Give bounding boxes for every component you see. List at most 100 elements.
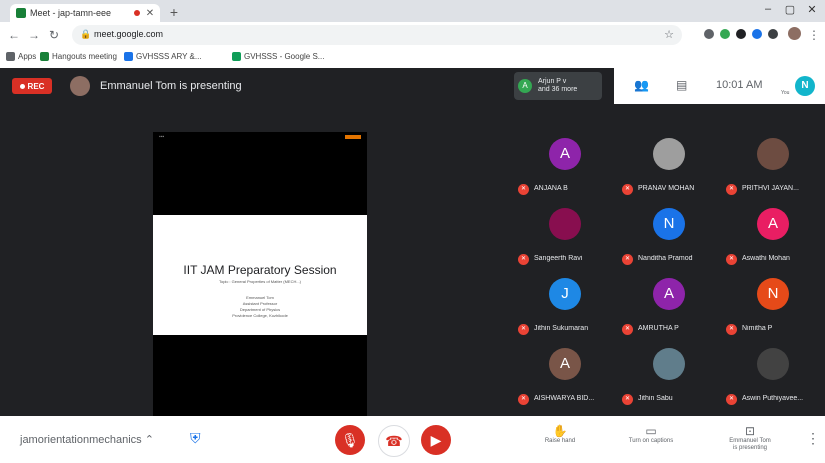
participant-tile[interactable]: ✕ Sangeerth Ravi	[514, 204, 617, 274]
participant-tile[interactable]: N ✕ Nanditha Pramod	[618, 204, 721, 274]
slide-line: Providence College, Kozhikode	[232, 313, 288, 318]
camera-off-icon: ▶	[430, 432, 442, 448]
apps-grid-icon	[6, 52, 15, 61]
participant-name: AMRUTHA P	[638, 325, 679, 332]
leave-call-button[interactable]: ☎	[378, 425, 410, 457]
hang-up-icon: ☎	[385, 433, 403, 449]
presentation-slide: IIT JAM Preparatory Session Topic : Gene…	[153, 215, 367, 335]
slide-line: Assistant Professor	[242, 301, 278, 306]
bottom-control-bar: jamorientationmechanics ⌃ ⛨ 🎙 ☎ ▶ ✋ Raise…	[0, 416, 825, 463]
browser-menu-icon[interactable]: ⋮	[806, 28, 822, 42]
raise-hand-button[interactable]: ✋ Raise hand	[530, 424, 590, 445]
clock: 10:01 AM	[716, 79, 763, 91]
profile-avatar[interactable]	[788, 27, 801, 40]
more-options-icon[interactable]: ⋮	[806, 430, 820, 447]
participant-tile[interactable]: J ✕ Jithin Sukumaran	[514, 274, 617, 344]
participant-avatar: A	[653, 278, 685, 310]
shield-icon[interactable]: ⛨	[190, 430, 201, 447]
bookmark-gvhsss-sheets[interactable]: GVHSSS - Google S...	[232, 52, 324, 61]
forward-icon[interactable]: →	[26, 28, 42, 42]
participant-avatar: A	[757, 208, 789, 240]
meeting-controls-top: 👥 ▤ 10:01 AM You N	[614, 68, 825, 104]
participant-tile[interactable]: ✕ Jithin Sabu	[618, 344, 721, 414]
participant-tile[interactable]: A ✕ AMRUTHA P	[618, 274, 721, 344]
tab-close-icon[interactable]: ✕	[144, 8, 156, 19]
bookmark-label: Hangouts meeting	[52, 52, 117, 61]
docs-icon	[124, 52, 133, 61]
bookmark-apps[interactable]: Apps	[6, 52, 36, 61]
recording-indicator-icon	[134, 10, 140, 16]
participant-tile[interactable]: ✕ Aswin Puthiyavee...	[722, 344, 825, 414]
raise-hand-label: Raise hand	[544, 438, 576, 444]
participant-name: Nanditha Pramod	[638, 255, 693, 262]
extension-icon[interactable]	[752, 29, 762, 39]
participant-grid: A ✕ ANJANA B ✕ PRANAV MOHAN ✕ PRITHVI JAYAN...…	[514, 134, 825, 416]
window-close-icon[interactable]: ✕	[802, 3, 822, 16]
participant-avatar: A	[549, 138, 581, 170]
mic-muted-icon: ✕	[726, 324, 737, 335]
hand-icon: ✋	[552, 424, 568, 438]
present-label-line1: Emmanuel Tom	[729, 438, 771, 444]
participant-avatar: N	[757, 278, 789, 310]
slide-subtitle: Topic : General Properties of Matter (ME…	[218, 279, 302, 284]
microphone-button[interactable]: 🎙	[335, 425, 365, 455]
reload-icon[interactable]: ↻	[46, 28, 62, 42]
status-bar-icon: ▪▪▪	[159, 134, 165, 140]
mic-off-icon: 🎙	[341, 432, 359, 448]
participants-summary[interactable]: A Arjun P v and 36 more	[514, 72, 602, 100]
bookmark-gvhsss[interactable]: GVHSSS ARY &...	[124, 52, 202, 61]
self-label: You	[781, 90, 790, 96]
rec-label: REC	[27, 81, 45, 91]
participant-avatar: A	[549, 348, 581, 380]
participant-name: PRITHVI JAYAN...	[742, 185, 799, 192]
people-icon[interactable]: 👥	[634, 78, 649, 92]
participant-tile[interactable]: ✕ PRITHVI JAYAN...	[722, 134, 825, 204]
bookmark-label: GVHSSS - Google S...	[244, 52, 325, 61]
extension-icon[interactable]	[720, 29, 730, 39]
bookmark-star-icon[interactable]: ☆	[664, 28, 674, 41]
minimize-icon[interactable]: –	[758, 3, 778, 15]
camera-button[interactable]: ▶	[421, 425, 451, 455]
participant-avatar: A	[518, 79, 532, 93]
present-screen-icon: ⊡	[744, 424, 756, 438]
present-label-line2: is presenting	[732, 445, 768, 451]
self-avatar[interactable]: N	[795, 76, 815, 96]
extension-icon[interactable]	[768, 29, 778, 39]
participant-name: Sangeerth Ravi	[534, 255, 583, 262]
mic-muted-icon: ✕	[622, 324, 633, 335]
participant-tile[interactable]: A ✕ Aswathi Mohan	[722, 204, 825, 274]
presenting-status: Emmanuel Tom is presenting	[100, 80, 242, 92]
browser-tab[interactable]: Meet - jap-tamn-eee ✕	[10, 4, 160, 22]
participant-avatar	[653, 348, 685, 380]
maximize-icon[interactable]: ▢	[780, 3, 800, 16]
new-tab-button[interactable]: +	[166, 5, 182, 19]
captions-button[interactable]: ▭ Turn on captions	[621, 424, 681, 445]
participant-name: Jithin Sabu	[638, 395, 673, 402]
participant-tile[interactable]: N ✕ Nimitha P	[722, 274, 825, 344]
presentation-button[interactable]: ⊡ Emmanuel Tom is presenting	[720, 424, 780, 452]
bookmark-hangouts[interactable]: Hangouts meeting	[40, 52, 117, 61]
chat-icon[interactable]: ▤	[676, 78, 687, 92]
mic-muted-icon: ✕	[622, 254, 633, 265]
hangouts-icon	[40, 52, 49, 61]
record-dot-icon	[19, 83, 25, 89]
slide-line: Department of Physics	[239, 307, 281, 312]
participant-avatar	[549, 208, 581, 240]
extension-icon[interactable]	[736, 29, 746, 39]
extension-icon[interactable]	[704, 29, 714, 39]
participant-name: PRANAV MOHAN	[638, 185, 695, 192]
browser-chrome: Meet - jap-tamn-eee ✕ + – ▢ ✕ ← → ↻ 🔒 me…	[0, 0, 825, 69]
back-icon[interactable]: ←	[6, 28, 22, 42]
top-right-panel: A Arjun P v and 36 more 👥 ▤ 10:01 AM You …	[514, 68, 825, 104]
recording-badge: REC	[12, 78, 52, 94]
mic-muted-icon: ✕	[518, 324, 529, 335]
participant-tile[interactable]: A ✕ AISHWARYA BID...	[514, 344, 617, 414]
participant-tile[interactable]: ✕ PRANAV MOHAN	[618, 134, 721, 204]
participants-line2: and 36 more	[538, 86, 578, 93]
mic-muted-icon: ✕	[622, 184, 633, 195]
participant-tile[interactable]: A ✕ ANJANA B	[514, 134, 617, 204]
meet-favicon-icon	[16, 8, 26, 18]
meeting-details[interactable]: jamorientationmechanics ⌃	[20, 433, 154, 446]
mic-muted-icon: ✕	[726, 184, 737, 195]
address-bar[interactable]: 🔒 meet.google.com ☆	[72, 25, 682, 45]
